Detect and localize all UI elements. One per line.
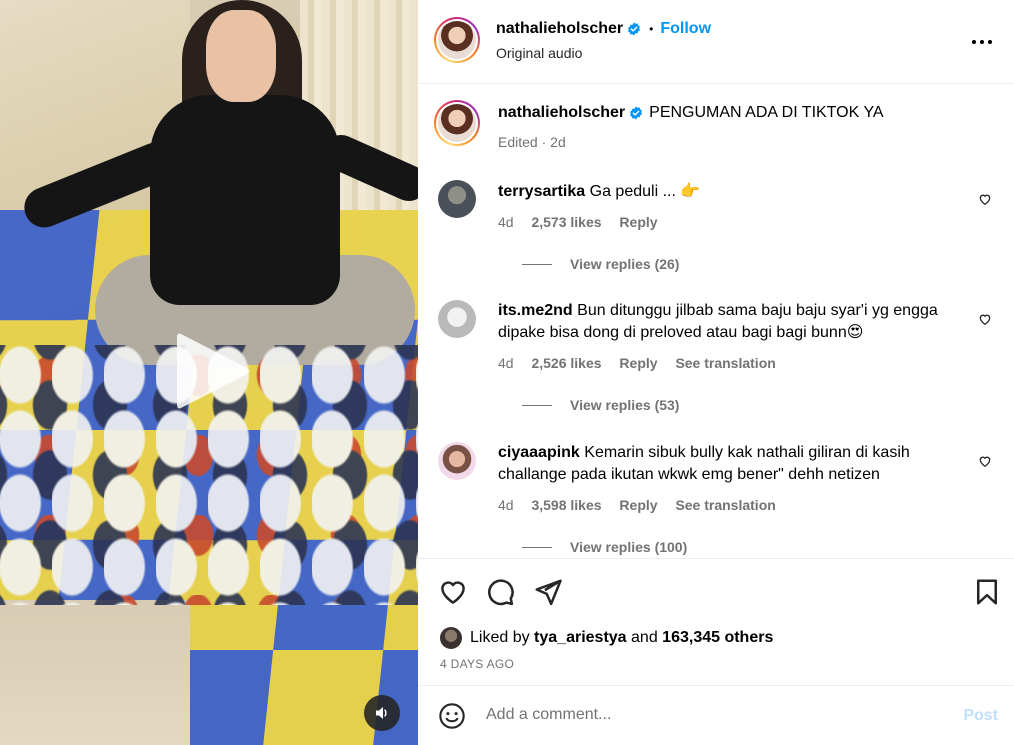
header-title-row: nathalieholscher • Follow [496,20,711,38]
author-avatar[interactable] [434,17,480,63]
comment-emoji: 👉 [680,183,701,200]
comment-item: its.me2nd Bun ditunggu jilbab sama baju … [438,300,994,415]
emoji-icon[interactable] [438,702,466,730]
caption-username[interactable]: nathalieholscher [498,104,625,122]
video-player[interactable] [0,0,418,745]
liked-by-and: and [631,629,658,646]
post-comment-button[interactable]: Post [963,707,998,725]
video-frame-face [206,10,276,102]
post-details-panel: nathalieholscher • Follow Original audio… [418,0,1014,745]
liked-by-summary: Liked by tya_ariestya and 163,345 others [440,627,773,649]
volume-button[interactable] [364,695,400,731]
edited-label: Edited [498,134,538,150]
comment-likes[interactable]: 2,526 likes [531,355,601,371]
see-translation-button[interactable]: See translation [675,497,775,513]
comment-avatar[interactable] [438,442,476,480]
comment-like-heart-icon[interactable] [978,454,992,468]
more-options-button[interactable] [970,30,994,54]
caption-text: PENGUMAN ADA DI TIKTOK YA [649,104,884,121]
caption-meta: Edited · 2d [498,134,566,150]
follow-button[interactable]: Follow [660,20,711,38]
video-frame-body [150,95,340,305]
comment-avatar[interactable] [438,300,476,338]
video-frame-floor [0,600,190,745]
bookmark-icon[interactable] [972,577,1002,607]
caption-age[interactable]: 2d [550,134,566,150]
view-replies-label: View replies (53) [570,397,680,413]
comment-username[interactable]: terrysartika [498,183,585,200]
comment-age[interactable]: 4d [498,214,514,230]
comment-reply-button[interactable]: Reply [619,497,657,513]
header-separator: • [649,22,654,36]
view-replies-label: View replies (26) [570,256,680,272]
liked-by-prefix: Liked by [470,629,530,646]
comment-avatar[interactable] [438,180,476,218]
audio-label[interactable]: Original audio [496,45,582,61]
comment-item: terrysartika Ga peduli ... 👉 4d 2,573 li… [438,180,994,275]
author-username[interactable]: nathalieholscher [496,20,623,38]
comment-meta: 4d 2,573 likes Reply [498,214,672,230]
comment-age[interactable]: 4d [498,355,514,371]
comment-body: its.me2nd Bun ditunggu jilbab sama baju … [498,300,958,344]
likes-count-link[interactable]: 163,345 others [662,629,773,647]
comment-age[interactable]: 4d [498,497,514,513]
comment-emoji: 😍 [846,324,864,341]
view-replies-button[interactable]: View replies (26) [522,256,679,272]
post-header: nathalieholscher • Follow Original audio [418,0,1014,84]
comment-reply-button[interactable]: Reply [619,214,657,230]
comment-item: ciyaaapink Kemarin sibuk bully kak natha… [438,442,994,557]
comment-meta: 4d 3,598 likes Reply See translation [498,497,790,513]
comment-username[interactable]: its.me2nd [498,302,573,319]
play-button[interactable] [173,328,253,414]
post-actions: Liked by tya_ariestya and 163,345 others… [418,558,1014,686]
caption-row: nathalieholscher PENGUMAN ADA DI TIKTOK … [498,104,884,122]
view-replies-label: View replies (100) [570,539,688,555]
view-replies-button[interactable]: View replies (53) [522,397,679,413]
comment-like-heart-icon[interactable] [978,192,992,206]
comment-text: Ga peduli ... [589,183,676,200]
play-icon [177,333,249,409]
verified-badge-icon [628,22,641,36]
comment-input[interactable]: Add a comment... [486,706,611,724]
volume-icon [376,707,387,719]
comment-username[interactable]: ciyaaapink [498,444,580,461]
comment-composer: Add a comment... Post [418,686,1014,745]
comment-icon[interactable] [485,577,515,607]
see-translation-button[interactable]: See translation [675,355,775,371]
view-replies-button[interactable]: View replies (100) [522,539,687,555]
post-date[interactable]: 4 DAYS AGO [440,657,514,671]
more-icon [972,40,992,44]
comment-meta: 4d 2,526 likes Reply See translation [498,355,790,371]
comment-body: ciyaaapink Kemarin sibuk bully kak natha… [498,442,958,486]
liker-avatar[interactable] [440,627,462,649]
comment-likes[interactable]: 3,598 likes [531,497,601,513]
comment-body: terrysartika Ga peduli ... 👉 [498,181,958,203]
share-icon[interactable] [533,577,563,607]
caption-author-avatar[interactable] [434,100,480,146]
like-heart-icon[interactable] [438,577,468,607]
liker-username[interactable]: tya_ariestya [534,629,627,647]
comment-likes[interactable]: 2,573 likes [531,214,601,230]
comment-reply-button[interactable]: Reply [619,355,657,371]
comment-like-heart-icon[interactable] [978,312,992,326]
verified-badge-icon [630,106,643,120]
